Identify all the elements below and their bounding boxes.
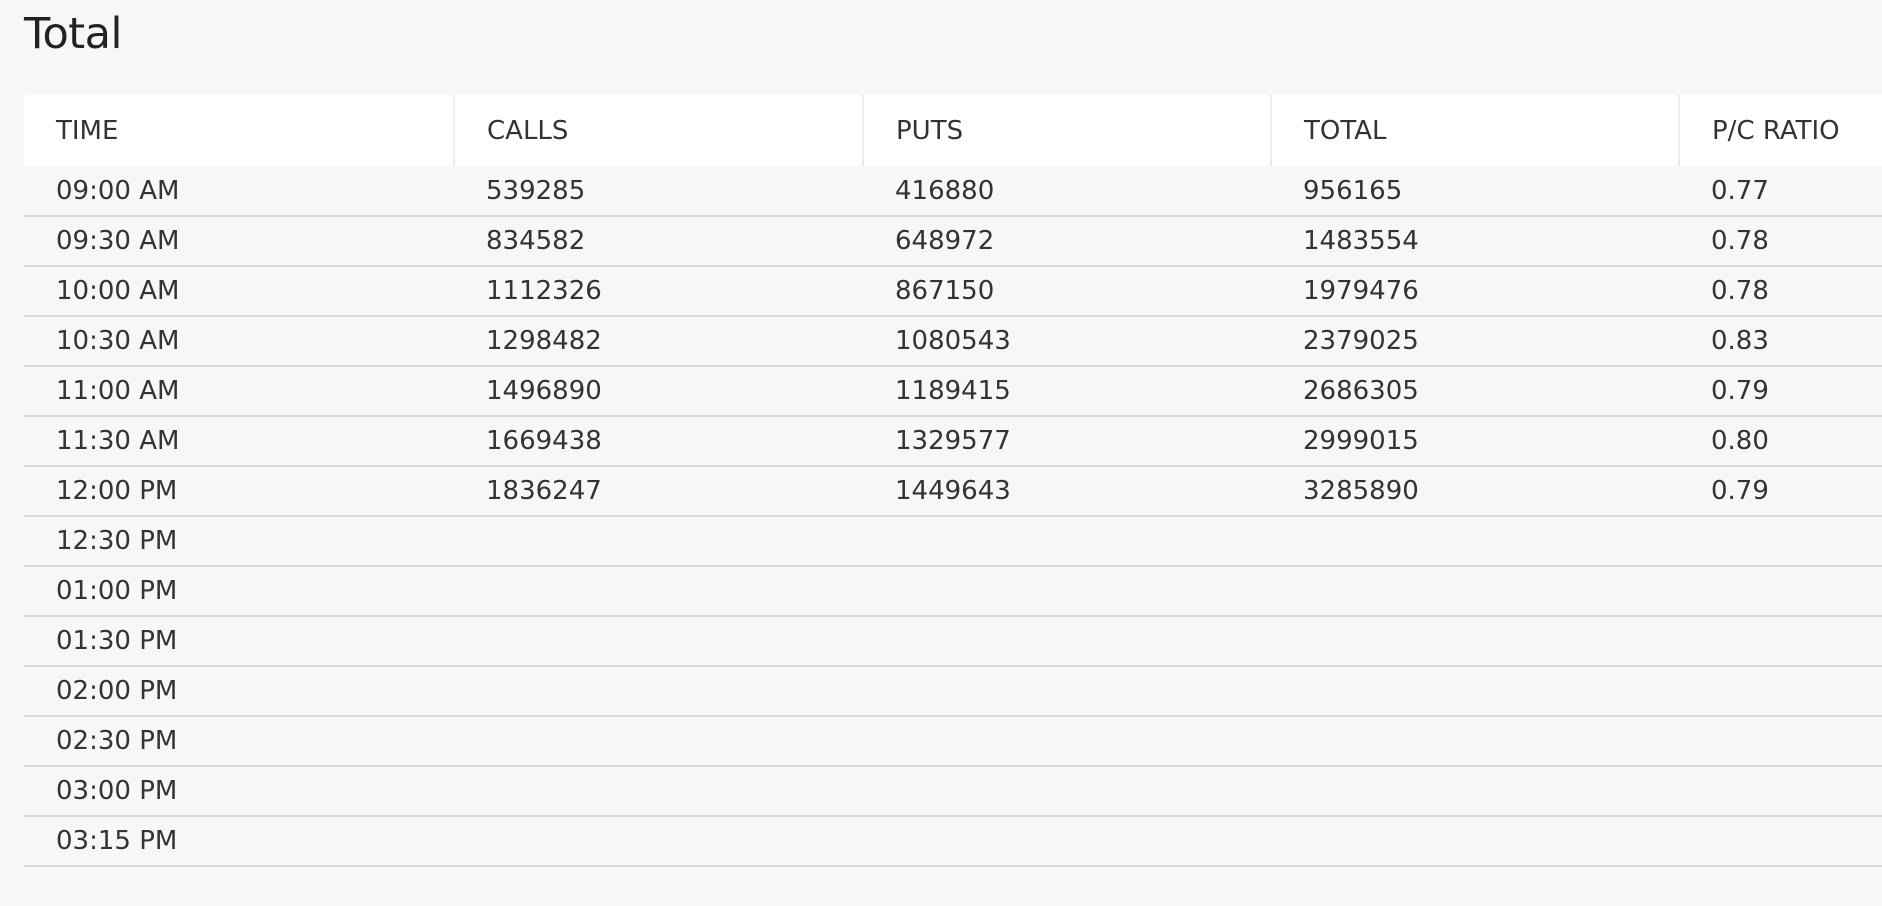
cell-pc-ratio: 0.78 bbox=[1711, 276, 1769, 306]
cell-pc-ratio bbox=[1679, 816, 1882, 866]
cell-calls: 1496890 bbox=[486, 376, 602, 406]
cell-total: 956165 bbox=[1303, 175, 1403, 206]
cell-puts bbox=[863, 566, 1271, 616]
cell-total bbox=[1271, 816, 1679, 866]
cell-calls bbox=[454, 566, 863, 616]
cell-total bbox=[1271, 666, 1679, 716]
cell-puts bbox=[863, 716, 1271, 766]
table-row: 10:30 AM 1298482 1080543 2379025 0.83 bbox=[24, 316, 1882, 366]
cell-calls: 1112326 bbox=[486, 276, 602, 306]
cell-pc-ratio bbox=[1679, 716, 1882, 766]
cell-calls bbox=[454, 816, 863, 866]
table-row: 02:30 PM bbox=[24, 716, 1882, 766]
table-row: 12:00 PM 1836247 1449643 3285890 0.79 bbox=[24, 466, 1882, 516]
cell-calls bbox=[454, 616, 863, 666]
cell-time: 01:30 PM bbox=[56, 626, 178, 656]
cell-pc-ratio bbox=[1679, 766, 1882, 816]
column-header-total[interactable]: TOTAL bbox=[1270, 95, 1679, 166]
cell-calls bbox=[454, 716, 863, 766]
cell-puts: 1080543 bbox=[895, 326, 1011, 356]
cell-pc-ratio: 0.79 bbox=[1711, 376, 1769, 406]
cell-total bbox=[1271, 566, 1679, 616]
cell-pc-ratio bbox=[1679, 516, 1882, 566]
cell-puts bbox=[863, 816, 1271, 866]
cell-pc-ratio bbox=[1679, 566, 1882, 616]
table-row: 09:00 AM 539285 416880 956165 0.77 bbox=[24, 166, 1882, 216]
cell-puts bbox=[863, 666, 1271, 716]
cell-total: 3285890 bbox=[1303, 476, 1419, 506]
volume-table: TIME CALLS PUTS TOTAL P/C RATIO 09:00 AM… bbox=[24, 95, 1882, 867]
cell-total bbox=[1271, 716, 1679, 766]
cell-pc-ratio: 0.77 bbox=[1711, 175, 1769, 206]
cell-total bbox=[1271, 766, 1679, 816]
table-row: 01:30 PM bbox=[24, 616, 1882, 666]
cell-puts bbox=[863, 516, 1271, 566]
cell-pc-ratio: 0.83 bbox=[1711, 326, 1769, 356]
cell-calls: 1298482 bbox=[486, 326, 602, 356]
page-title: Total bbox=[24, 9, 122, 59]
table-row: 11:30 AM 1669438 1329577 2999015 0.80 bbox=[24, 416, 1882, 466]
cell-puts: 1329577 bbox=[895, 426, 1011, 456]
cell-time: 09:30 AM bbox=[56, 226, 180, 256]
cell-time: 01:00 PM bbox=[56, 576, 178, 606]
page: Total TIME CALLS PUTS TOTAL P/C RATIO 09… bbox=[0, 0, 1882, 906]
column-header-calls[interactable]: CALLS bbox=[453, 95, 863, 166]
cell-time: 12:30 PM bbox=[56, 526, 178, 556]
cell-total: 2999015 bbox=[1303, 426, 1419, 456]
cell-total bbox=[1271, 516, 1679, 566]
table-row: 10:00 AM 1112326 867150 1979476 0.78 bbox=[24, 266, 1882, 316]
column-header-time[interactable]: TIME bbox=[24, 95, 454, 166]
cell-calls: 1669438 bbox=[486, 426, 602, 456]
cell-pc-ratio: 0.78 bbox=[1711, 226, 1769, 256]
table-row: 03:15 PM bbox=[24, 816, 1882, 866]
cell-pc-ratio: 0.79 bbox=[1711, 476, 1769, 506]
cell-calls bbox=[454, 766, 863, 816]
table-body: 09:00 AM 539285 416880 956165 0.77 09:30 AM 83… bbox=[24, 166, 1882, 866]
cell-pc-ratio bbox=[1679, 616, 1882, 666]
cell-pc-ratio: 0.80 bbox=[1711, 426, 1769, 456]
cell-time: 12:00 PM bbox=[56, 476, 178, 506]
cell-time: 10:30 AM bbox=[56, 326, 180, 356]
table-row: 01:00 PM bbox=[24, 566, 1882, 616]
cell-puts bbox=[863, 616, 1271, 666]
cell-total: 2379025 bbox=[1303, 326, 1419, 356]
table-row: 12:30 PM bbox=[24, 516, 1882, 566]
cell-pc-ratio bbox=[1679, 666, 1882, 716]
table-row: 03:00 PM bbox=[24, 766, 1882, 816]
cell-time: 02:00 PM bbox=[56, 676, 178, 706]
cell-puts: 867150 bbox=[895, 276, 995, 306]
cell-puts: 1189415 bbox=[895, 376, 1011, 406]
cell-puts: 648972 bbox=[895, 226, 995, 256]
cell-time: 03:00 PM bbox=[56, 776, 178, 806]
table-header-row: TIME CALLS PUTS TOTAL P/C RATIO bbox=[24, 95, 1882, 166]
cell-total: 1979476 bbox=[1303, 276, 1419, 306]
cell-calls: 1836247 bbox=[486, 476, 602, 506]
table-row: 11:00 AM 1496890 1189415 2686305 0.79 bbox=[24, 366, 1882, 416]
cell-time: 02:30 PM bbox=[56, 726, 178, 756]
cell-calls: 834582 bbox=[486, 226, 586, 256]
cell-puts: 416880 bbox=[895, 175, 995, 206]
cell-time: 11:00 AM bbox=[56, 376, 180, 406]
column-header-pc-ratio[interactable]: P/C RATIO bbox=[1678, 95, 1882, 166]
cell-time: 11:30 AM bbox=[56, 426, 180, 456]
cell-time: 03:15 PM bbox=[56, 826, 178, 856]
cell-time: 10:00 AM bbox=[56, 276, 180, 306]
column-header-puts[interactable]: PUTS bbox=[862, 95, 1271, 166]
cell-total: 2686305 bbox=[1303, 376, 1419, 406]
cell-calls bbox=[454, 516, 863, 566]
table-row: 09:30 AM 834582 648972 1483554 0.78 bbox=[24, 216, 1882, 266]
cell-total: 1483554 bbox=[1303, 226, 1419, 256]
cell-time: 09:00 AM bbox=[56, 175, 180, 206]
cell-calls bbox=[454, 666, 863, 716]
table-row: 02:00 PM bbox=[24, 666, 1882, 716]
volume-table-container: TIME CALLS PUTS TOTAL P/C RATIO 09:00 AM… bbox=[24, 95, 1882, 867]
cell-puts bbox=[863, 766, 1271, 816]
cell-puts: 1449643 bbox=[895, 476, 1011, 506]
cell-calls: 539285 bbox=[486, 175, 586, 206]
cell-total bbox=[1271, 616, 1679, 666]
